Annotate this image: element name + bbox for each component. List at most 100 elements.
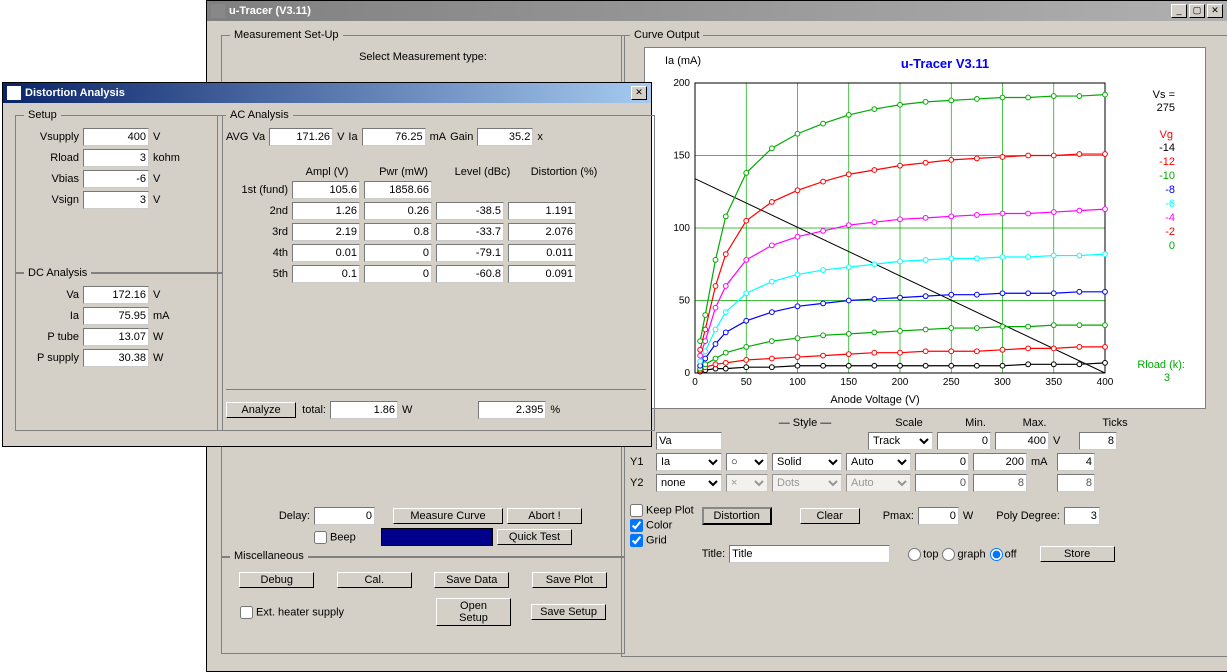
dc-va-label: Va — [24, 289, 79, 301]
quick-test-button[interactable]: Quick Test — [497, 529, 572, 545]
ac-row-label: 1st (fund) — [226, 184, 288, 196]
x-max-input[interactable] — [995, 432, 1049, 450]
minimize-icon[interactable]: _ — [1171, 4, 1187, 18]
ac-gain-label: Gain — [450, 131, 473, 143]
color-checkbox[interactable] — [630, 519, 643, 532]
pmax-input[interactable] — [918, 507, 959, 525]
maximize-icon[interactable]: ▢ — [1189, 4, 1205, 18]
svg-text:-14: -14 — [1159, 142, 1175, 154]
vsign-input[interactable] — [83, 191, 149, 209]
ac-pwr — [364, 244, 432, 262]
ac-pwr — [364, 202, 432, 220]
beep-checkbox[interactable] — [314, 531, 327, 544]
chart-ylabel: Ia (mA) — [665, 55, 701, 67]
measure-curve-button[interactable]: Measure Curve — [393, 508, 503, 524]
rload-label: Rload — [24, 152, 79, 164]
dialog-icon — [7, 86, 21, 100]
title-input[interactable] — [729, 545, 890, 563]
ac-dist — [508, 265, 576, 283]
title-off-radio[interactable] — [990, 548, 1003, 561]
x-scale-select[interactable]: Track — [868, 432, 933, 450]
ac-ia-label: Ia — [348, 131, 357, 143]
debug-button[interactable]: Debug — [239, 572, 314, 588]
dc-ia-label: Ia — [24, 310, 79, 322]
y2-line-select[interactable]: Dots — [772, 474, 842, 492]
vsupply-unit: V — [153, 131, 160, 143]
svg-text:150: 150 — [840, 377, 857, 388]
distortion-close-icon[interactable]: ✕ — [631, 86, 647, 100]
delay-input[interactable] — [314, 507, 375, 525]
y1-scale-select[interactable]: Auto — [846, 453, 911, 471]
y1-line-select[interactable]: Solid — [772, 453, 842, 471]
y1-ticks-input[interactable] — [1057, 453, 1095, 471]
y1-max-input[interactable] — [973, 453, 1027, 471]
y2-marker-select[interactable]: × — [726, 474, 768, 492]
ac-gain-value — [477, 128, 533, 146]
polydeg-input[interactable] — [1064, 507, 1100, 525]
analyze-button[interactable]: Analyze — [226, 402, 296, 418]
title-top-radio[interactable] — [908, 548, 921, 561]
svg-text:100: 100 — [673, 223, 690, 234]
rload-unit: kohm — [153, 152, 180, 164]
dc-ptube-label: P tube — [24, 331, 79, 343]
ac-ampl — [292, 244, 360, 262]
chart-title: u-Tracer V3.11 — [901, 56, 989, 71]
y2-scale-select[interactable]: Auto — [846, 474, 911, 492]
y1-marker-select[interactable]: ○ — [726, 453, 768, 471]
vsign-label: Vsign — [24, 194, 79, 206]
y1-var-select[interactable]: Ia — [656, 453, 722, 471]
save-data-button[interactable]: Save Data — [434, 572, 509, 588]
x-var-input[interactable] — [656, 432, 722, 450]
ac-ampl — [292, 223, 360, 241]
distortion-button[interactable]: Distortion — [702, 507, 772, 525]
vbias-label: Vbias — [24, 173, 79, 185]
x-min-input[interactable] — [937, 432, 991, 450]
svg-text:0: 0 — [684, 368, 690, 379]
ac-row-label: 3rd — [226, 226, 288, 238]
select-measurement-label: Select Measurement type: — [230, 51, 616, 63]
pmax-label: Pmax: — [883, 510, 914, 522]
y2-ticks-input[interactable] — [1057, 474, 1095, 492]
y2-max-input[interactable] — [973, 474, 1027, 492]
keepplot-checkbox[interactable] — [630, 504, 643, 517]
svg-text:Vs =: Vs = — [1153, 89, 1175, 101]
misc-legend: Miscellaneous — [230, 550, 308, 562]
vsign-unit: V — [153, 194, 160, 206]
svg-text:-8: -8 — [1165, 184, 1175, 196]
y2-var-select[interactable]: none — [656, 474, 722, 492]
ac-ampl — [292, 265, 360, 283]
ac-col-dist: Distortion (%) — [524, 166, 604, 178]
rload-input[interactable] — [83, 149, 149, 167]
ac-ia-value — [362, 128, 426, 146]
dc-psupply-value — [83, 349, 149, 367]
ac-row-label: 5th — [226, 268, 288, 280]
svg-text:200: 200 — [673, 78, 690, 89]
svg-text:-4: -4 — [1165, 212, 1175, 224]
vbias-input[interactable] — [83, 170, 149, 188]
abort-button[interactable]: Abort ! — [507, 508, 582, 524]
grid-checkbox[interactable] — [630, 534, 643, 547]
x-ticks-input[interactable] — [1079, 432, 1117, 450]
svg-text:-12: -12 — [1159, 156, 1175, 168]
min-header: Min. — [948, 417, 1003, 429]
distortion-titlebar[interactable]: Distortion Analysis ✕ — [3, 83, 651, 103]
close-icon[interactable]: ✕ — [1207, 4, 1223, 18]
ext-heater-checkbox[interactable] — [240, 606, 253, 619]
save-plot-button[interactable]: Save Plot — [532, 572, 607, 588]
ac-legend: AC Analysis — [226, 109, 293, 121]
ac-ampl — [292, 181, 360, 199]
y1-min-input[interactable] — [915, 453, 969, 471]
store-button[interactable]: Store — [1040, 546, 1115, 562]
y1-row-label: Y1 — [630, 456, 652, 468]
ac-avg-label: AVG — [226, 131, 248, 143]
vsupply-input[interactable] — [83, 128, 149, 146]
title-graph-radio[interactable] — [942, 548, 955, 561]
clear-button[interactable]: Clear — [800, 508, 860, 524]
main-titlebar[interactable]: u-Tracer (V3.11) _ ▢ ✕ — [207, 1, 1227, 21]
ac-level — [436, 265, 504, 283]
open-setup-button[interactable]: Open Setup — [436, 598, 511, 626]
cal-button[interactable]: Cal. — [337, 572, 412, 588]
main-title: u-Tracer (V3.11) — [229, 5, 311, 17]
save-setup-button[interactable]: Save Setup — [531, 604, 606, 620]
y2-min-input[interactable] — [915, 474, 969, 492]
